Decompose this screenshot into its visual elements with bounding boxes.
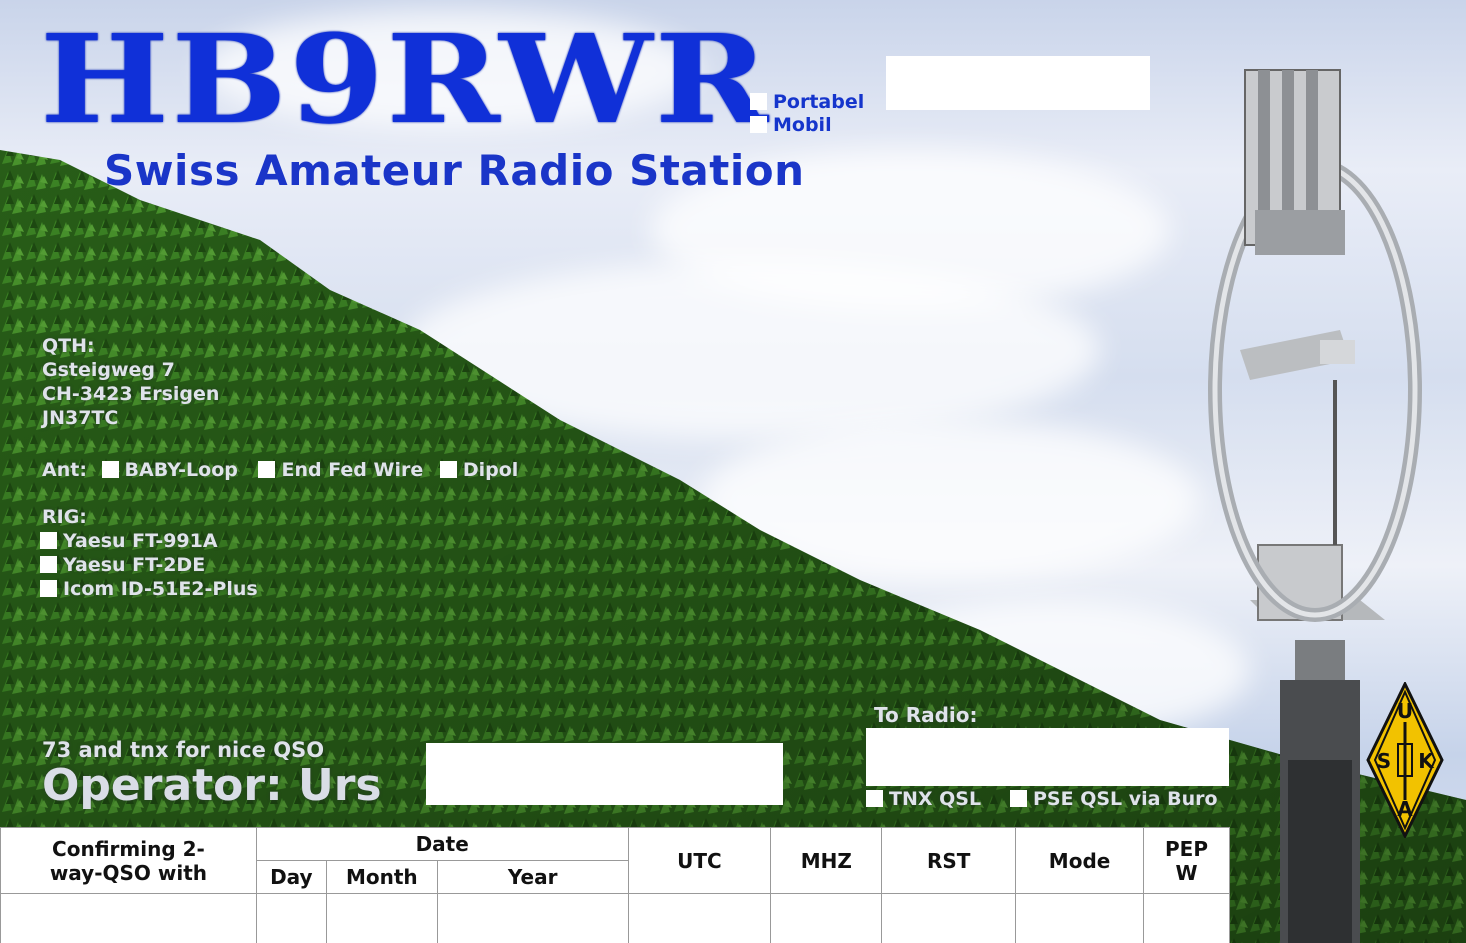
qsl-card: U S K A HB9RWR Swiss Amateur Radio Stati… [0,0,1466,943]
header-blank-field[interactable] [886,56,1150,110]
utc-cell[interactable] [627,893,772,943]
antenna-checkbox-baby-loop[interactable] [101,461,119,478]
mode-cell[interactable] [1015,893,1145,943]
tnx-qsl-option[interactable]: TNX QSL [866,788,981,810]
year-header: Year [436,860,629,894]
rig-checkbox[interactable] [40,532,57,549]
qso-table: Confirming 2-way-QSO with Date UTC MHZ R… [0,827,1230,943]
confirm-header: Confirming 2-way-QSO with [0,827,257,894]
qth-block: QTH: Gsteigweg 7 CH-3423 Ersigen JN37TC [42,334,219,430]
pep-label: PEP [1165,836,1208,861]
mobil-checkbox[interactable] [750,116,767,133]
logo-letter-k: K [1418,749,1435,773]
logo-letter-a: A [1397,797,1413,821]
mobil-option[interactable]: Mobil [750,114,832,136]
rig-block: RIG: Yaesu FT-991A Yaesu FT-2DE Icom ID-… [40,505,258,601]
month-header: Month [325,860,438,894]
rig-option-label: Yaesu FT-991A [63,530,218,552]
qth-line: JN37TC [42,407,119,429]
portabel-option[interactable]: Portabel [750,91,864,113]
thanks-text: 73 and tnx for nice QSO [42,738,325,762]
rig-checkbox[interactable] [40,580,57,597]
day-cell[interactable] [255,893,327,943]
confirm-cell[interactable] [0,893,257,943]
operator-signature-field[interactable] [426,743,783,805]
callsign-title: HB9RWR [40,7,771,151]
antenna-row: Ant: BABY-Loop End Fed Wire Dipol [42,458,518,482]
mode-header: Mode [1015,827,1145,894]
rig-label: RIG: [42,506,87,528]
uska-logo: U S K A [1366,682,1444,838]
antenna-option-label: BABY-Loop [124,459,238,481]
antenna-option-label: Dipol [462,459,519,481]
pse-qsl-checkbox[interactable] [1010,790,1027,807]
operator-name: Operator: Urs [42,760,382,811]
pse-qsl-option[interactable]: PSE QSL via Buro [1010,788,1218,810]
antenna-checkbox-dipol[interactable] [439,461,457,478]
logo-letter-u: U [1397,699,1413,723]
pse-qsl-label: PSE QSL via Buro [1033,788,1218,810]
year-cell[interactable] [436,893,629,943]
pep-cell[interactable] [1143,893,1230,943]
antenna-option-label: End Fed Wire [281,459,424,481]
portabel-checkbox[interactable] [750,93,767,110]
rig-option-label: Icom ID-51E2-Plus [63,578,258,600]
month-cell[interactable] [325,893,438,943]
logo-letter-s: S [1377,749,1391,773]
qth-line: Gsteigweg 7 [42,359,175,381]
mhz-header: MHZ [770,827,883,894]
to-radio-field[interactable] [866,728,1229,786]
antenna-label: Ant: [42,459,87,481]
pep-unit: W [1175,860,1198,885]
tnx-qsl-label: TNX QSL [889,788,982,810]
mhz-cell[interactable] [770,893,883,943]
station-subtitle: Swiss Amateur Radio Station [104,146,805,195]
rst-header: RST [881,827,1017,894]
day-header: Day [255,860,327,894]
to-radio-label: To Radio: [874,703,978,727]
tnx-qsl-checkbox[interactable] [866,790,883,807]
portabel-label: Portabel [773,91,865,113]
qth-line: CH-3423 Ersigen [42,383,220,405]
pep-header: PEP W [1143,827,1230,894]
utc-header: UTC [627,827,772,894]
rig-checkbox[interactable] [40,556,57,573]
mobil-label: Mobil [773,114,832,136]
rst-cell[interactable] [881,893,1017,943]
date-header: Date [255,827,629,861]
rig-option-label: Yaesu FT-2DE [63,554,206,576]
qth-label: QTH: [42,335,95,357]
antenna-checkbox-end-fed[interactable] [258,461,276,478]
